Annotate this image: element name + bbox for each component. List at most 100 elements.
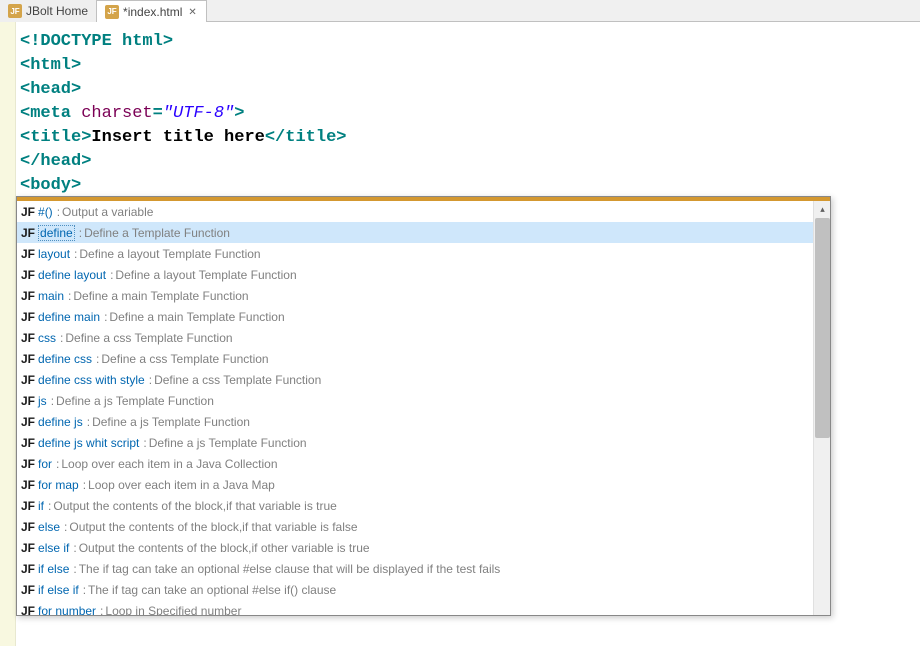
autocomplete-key: define xyxy=(38,225,75,241)
tab-label: JBolt Home xyxy=(26,4,88,18)
autocomplete-key: #() xyxy=(38,205,53,219)
autocomplete-key: define css with style xyxy=(38,373,145,387)
autocomplete-item[interactable]: JFelse : Output the contents of the bloc… xyxy=(17,516,830,537)
autocomplete-item[interactable]: JFjs : Define a js Template Function xyxy=(17,390,830,411)
autocomplete-separator: : xyxy=(79,226,82,240)
code-token: </head> xyxy=(20,152,91,171)
autocomplete-separator: : xyxy=(83,478,86,492)
autocomplete-separator: : xyxy=(110,268,113,282)
autocomplete-item[interactable]: JFdefine js whit script : Define a js Te… xyxy=(17,432,830,453)
autocomplete-item[interactable]: JFdefine css : Define a css Template Fun… xyxy=(17,348,830,369)
code-token: </title> xyxy=(265,128,347,147)
autocomplete-separator: : xyxy=(73,562,76,576)
autocomplete-list[interactable]: JF#() : Output a variableJFdefine : Defi… xyxy=(17,201,830,615)
autocomplete-separator: : xyxy=(51,394,54,408)
autocomplete-item[interactable]: JFelse if : Output the contents of the b… xyxy=(17,537,830,558)
autocomplete-separator: : xyxy=(64,520,67,534)
tab-label: *index.html xyxy=(123,5,182,19)
autocomplete-description: Define a css Template Function xyxy=(65,331,232,345)
autocomplete-description: Output the contents of the block,if that… xyxy=(69,520,357,534)
jf-prefix-icon: JF xyxy=(21,247,35,261)
jf-prefix-icon: JF xyxy=(21,478,35,492)
autocomplete-popup: JF#() : Output a variableJFdefine : Defi… xyxy=(16,196,831,616)
autocomplete-separator: : xyxy=(143,436,146,450)
autocomplete-description: Define a js Template Function xyxy=(149,436,307,450)
jf-prefix-icon: JF xyxy=(21,583,35,597)
autocomplete-item[interactable]: JF#() : Output a variable xyxy=(17,201,830,222)
autocomplete-separator: : xyxy=(100,604,103,616)
autocomplete-key: define css xyxy=(38,352,92,366)
autocomplete-item[interactable]: JFfor number : Loop in Specified number xyxy=(17,600,830,615)
autocomplete-item[interactable]: JFfor : Loop over each item in a Java Co… xyxy=(17,453,830,474)
autocomplete-description: Define a main Template Function xyxy=(109,310,284,324)
autocomplete-description: Output the contents of the block,if othe… xyxy=(79,541,370,555)
editor-gutter xyxy=(0,22,16,646)
autocomplete-item[interactable]: JFif else if : The if tag can take an op… xyxy=(17,579,830,600)
jf-prefix-icon: JF xyxy=(21,415,35,429)
autocomplete-separator: : xyxy=(74,247,77,261)
autocomplete-item[interactable]: JFif else : The if tag can take an optio… xyxy=(17,558,830,579)
jf-prefix-icon: JF xyxy=(21,310,35,324)
autocomplete-key: if else xyxy=(38,562,69,576)
autocomplete-key: if else if xyxy=(38,583,79,597)
autocomplete-separator: : xyxy=(73,541,76,555)
jf-prefix-icon: JF xyxy=(21,604,35,616)
close-icon[interactable]: ✕ xyxy=(188,7,198,17)
autocomplete-key: for xyxy=(38,457,52,471)
jf-prefix-icon: JF xyxy=(21,268,35,282)
jf-prefix-icon: JF xyxy=(21,352,35,366)
autocomplete-description: Loop over each item in a Java Collection xyxy=(61,457,277,471)
code-token: charset xyxy=(81,104,152,123)
autocomplete-separator: : xyxy=(48,499,51,513)
autocomplete-item[interactable]: JFlayout : Define a layout Template Func… xyxy=(17,243,830,264)
jf-prefix-icon: JF xyxy=(21,289,35,303)
jf-prefix-icon: JF xyxy=(21,226,35,240)
autocomplete-description: Output the contents of the block,if that… xyxy=(53,499,337,513)
jf-prefix-icon: JF xyxy=(21,457,35,471)
autocomplete-key: if xyxy=(38,499,44,513)
autocomplete-key: define main xyxy=(38,310,100,324)
code-token: > xyxy=(234,104,244,123)
autocomplete-key: define js xyxy=(38,415,83,429)
autocomplete-item[interactable]: JFif : Output the contents of the block,… xyxy=(17,495,830,516)
autocomplete-description: Loop over each item in a Java Map xyxy=(88,478,275,492)
jf-icon: JF xyxy=(105,5,119,19)
autocomplete-item[interactable]: JFmain : Define a main Template Function xyxy=(17,285,830,306)
autocomplete-key: for number xyxy=(38,604,96,616)
autocomplete-key: css xyxy=(38,331,56,345)
autocomplete-separator: : xyxy=(87,415,90,429)
scrollbar[interactable]: ▴ xyxy=(813,201,830,615)
autocomplete-item[interactable]: JFdefine js : Define a js Template Funct… xyxy=(17,411,830,432)
code-token: <body> xyxy=(20,176,81,195)
autocomplete-item[interactable]: JFdefine : Define a Template Function xyxy=(17,222,830,243)
scroll-up-icon[interactable]: ▴ xyxy=(814,201,830,218)
tab-index-html[interactable]: JF *index.html ✕ xyxy=(97,0,207,22)
tab-jbolt-home[interactable]: JF JBolt Home xyxy=(0,0,97,22)
autocomplete-key: else if xyxy=(38,541,69,555)
autocomplete-separator: : xyxy=(56,457,59,471)
autocomplete-key: js xyxy=(38,394,47,408)
autocomplete-key: for map xyxy=(38,478,79,492)
autocomplete-item[interactable]: JFdefine layout : Define a layout Templa… xyxy=(17,264,830,285)
scroll-thumb[interactable] xyxy=(815,218,830,438)
jf-prefix-icon: JF xyxy=(21,520,35,534)
autocomplete-separator: : xyxy=(104,310,107,324)
code-token: <!DOCTYPE html> xyxy=(20,32,173,51)
code-token: <html> xyxy=(20,56,81,75)
jf-prefix-icon: JF xyxy=(21,205,35,219)
autocomplete-item[interactable]: JFcss : Define a css Template Function xyxy=(17,327,830,348)
autocomplete-item[interactable]: JFdefine css with style : Define a css T… xyxy=(17,369,830,390)
autocomplete-item[interactable]: JFfor map : Loop over each item in a Jav… xyxy=(17,474,830,495)
code-token: Insert title here xyxy=(91,128,264,147)
jf-prefix-icon: JF xyxy=(21,499,35,513)
code-token: = xyxy=(153,104,163,123)
jf-prefix-icon: JF xyxy=(21,394,35,408)
jf-prefix-icon: JF xyxy=(21,373,35,387)
autocomplete-separator: : xyxy=(149,373,152,387)
jf-prefix-icon: JF xyxy=(21,436,35,450)
autocomplete-description: Define a main Template Function xyxy=(73,289,248,303)
autocomplete-separator: : xyxy=(57,205,60,219)
autocomplete-description: Define a layout Template Function xyxy=(79,247,260,261)
autocomplete-item[interactable]: JFdefine main : Define a main Template F… xyxy=(17,306,830,327)
autocomplete-separator: : xyxy=(68,289,71,303)
